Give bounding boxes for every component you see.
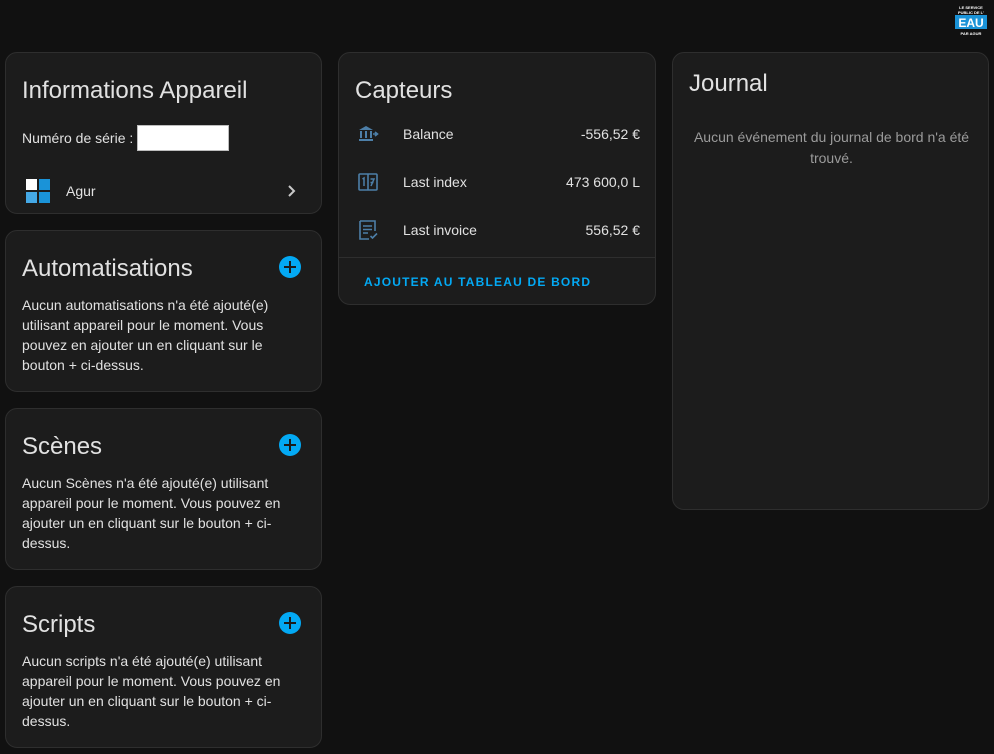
serial-label: Numéro de série : [22, 130, 134, 146]
serial-value-field [137, 125, 230, 151]
automations-title: Automatisations [22, 255, 193, 282]
add-script-button[interactable] [279, 612, 301, 634]
brand-logo: LE SERVICE PUBLIC DE L' EAU PAR AGUR [954, 5, 988, 37]
chevron-right-icon [288, 185, 296, 197]
scripts-card: Scripts Aucun scripts n'a été ajouté(e) … [5, 586, 322, 748]
sensors-title: Capteurs [355, 77, 453, 104]
scenes-card: Scènes Aucun Scènes n'a été ajouté(e) ut… [5, 408, 322, 570]
journal-card: Journal Aucun événement du journal de bo… [672, 52, 989, 510]
sensor-name: Last index [403, 174, 467, 190]
sensor-name: Balance [403, 126, 454, 142]
journal-empty-message: Aucun événement du journal de bord n'a é… [693, 129, 970, 166]
device-info-title: Informations Appareil [22, 77, 248, 104]
sensors-card: Capteurs Balance -556,52 € Last index 47… [338, 52, 656, 305]
sensor-row-last-index[interactable]: Last index 473 600,0 L [339, 162, 657, 202]
bank-transfer-icon [359, 126, 379, 141]
manufacturer-link[interactable]: Agur [6, 173, 323, 209]
automations-description: Aucun automatisations n'a été ajouté(e) … [22, 297, 269, 373]
sensor-value: 473 600,0 L [566, 174, 640, 190]
invoice-check-icon [359, 220, 378, 240]
serial-row: Numéro de série : [22, 125, 230, 151]
scripts-description: Aucun scripts n'a été ajouté(e) utilisan… [22, 653, 281, 729]
scripts-title: Scripts [22, 611, 96, 638]
brand-logo-line-2: PUBLIC DE L' [958, 10, 984, 15]
sensor-value: -556,52 € [580, 126, 640, 142]
scenes-description: Aucun Scènes n'a été ajouté(e) utilisant… [22, 475, 281, 551]
brand-logo-line-3: EAU [958, 16, 983, 30]
scenes-title: Scènes [22, 433, 103, 460]
manufacturer-label: Agur [66, 183, 96, 199]
sensor-value: 556,52 € [585, 222, 641, 238]
sensor-name: Last invoice [403, 222, 477, 238]
brand-logo-line-4: PAR AGUR [961, 31, 982, 36]
journal-title: Journal [689, 70, 768, 97]
sensor-row-balance[interactable]: Balance -556,52 € [339, 114, 657, 154]
add-automation-button[interactable] [279, 256, 301, 278]
counter-icon [358, 173, 378, 191]
divider [339, 257, 655, 258]
device-info-card: Informations Appareil Numéro de série : … [5, 52, 322, 214]
sensor-row-last-invoice[interactable]: Last invoice 556,52 € [339, 210, 657, 250]
add-to-dashboard-button[interactable]: AJOUTER AU TABLEAU DE BORD [364, 275, 591, 289]
manufacturer-logo-icon [26, 179, 50, 203]
add-scene-button[interactable] [279, 434, 301, 456]
automations-card: Automatisations Aucun automatisations n'… [5, 230, 322, 392]
